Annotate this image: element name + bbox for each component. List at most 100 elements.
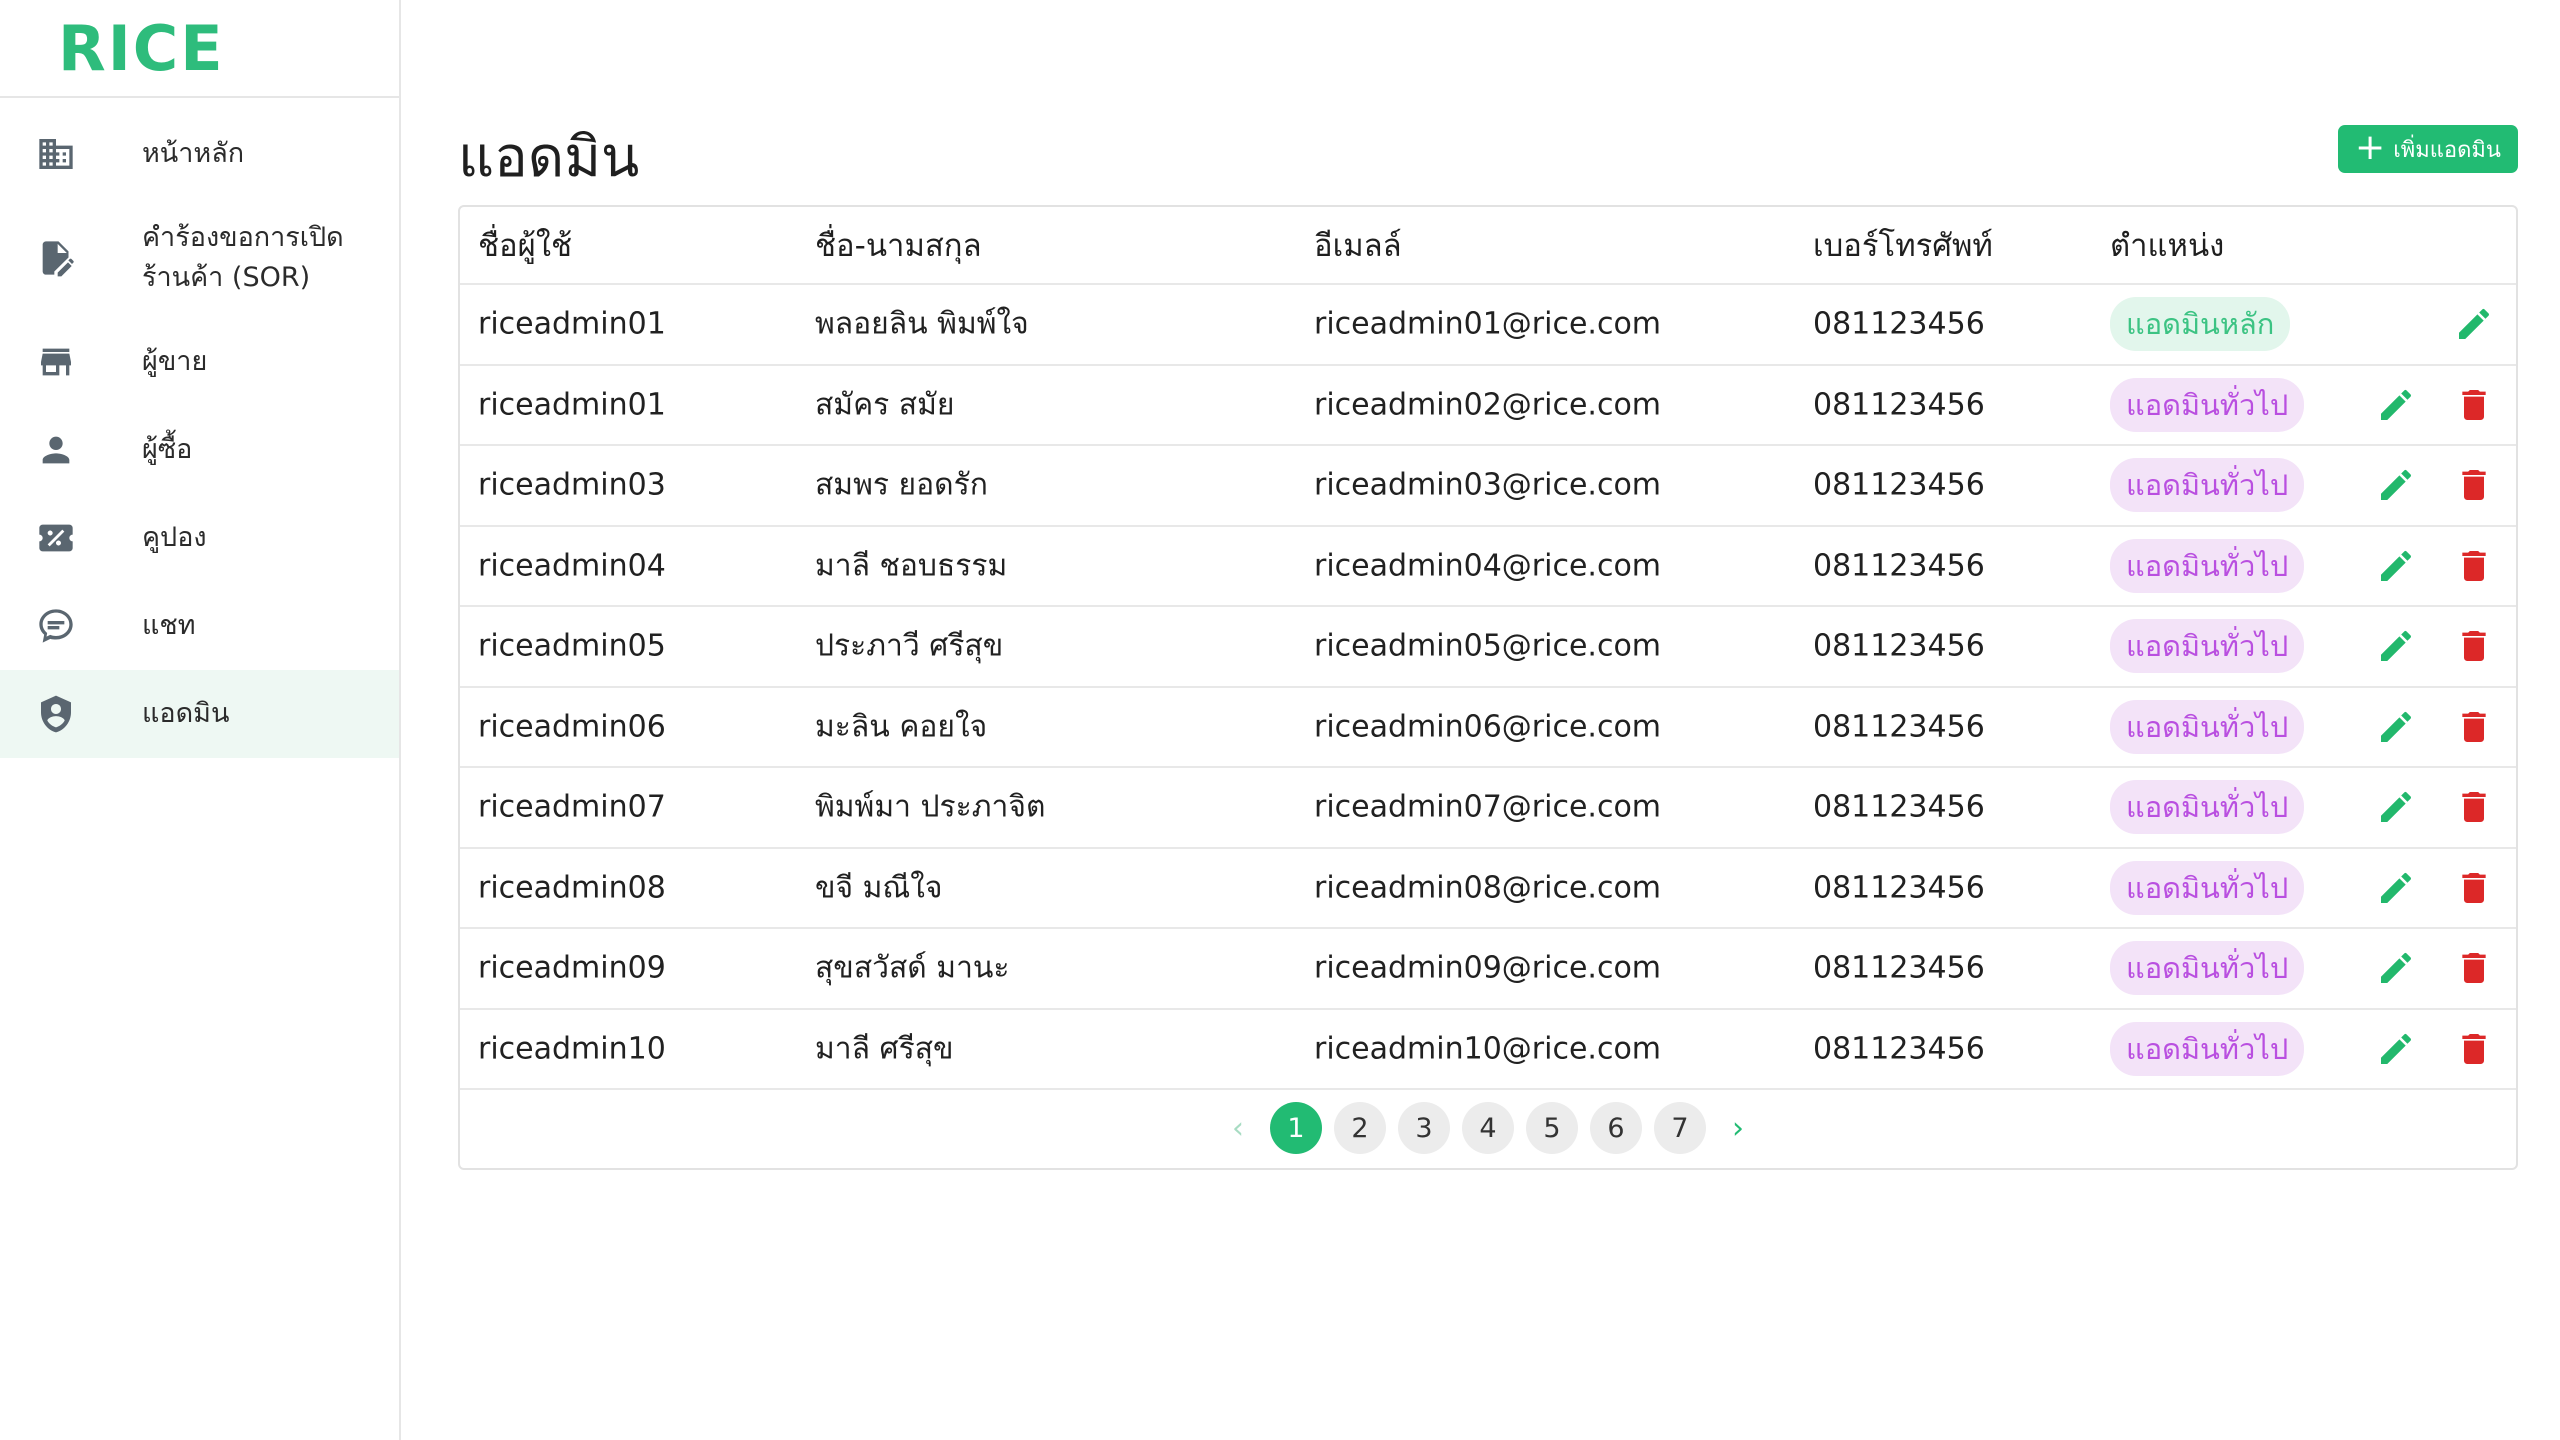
cell-email: riceadmin04@rice.com	[1314, 548, 1662, 584]
delete-icon[interactable]	[2454, 626, 2494, 666]
cell-fullname: มาลี ศรีสุข	[815, 1031, 954, 1067]
column-header-role: ตำแหน่ง	[2110, 228, 2225, 264]
delete-icon[interactable]	[2454, 385, 2494, 425]
cell-role: แอดมินทั่วไป	[2110, 780, 2305, 835]
page-button-2[interactable]: 2	[1334, 1102, 1386, 1154]
page-button-4[interactable]: 4	[1462, 1102, 1514, 1154]
cell-role: แอดมินทั่วไป	[2110, 941, 2305, 996]
sidebar-item-admin[interactable]: แอดมิน	[0, 670, 399, 758]
sidebar-item-label: ผู้ซื้อ	[142, 434, 193, 465]
delete-icon[interactable]	[2454, 948, 2494, 988]
cell-fullname: ประภาวี ศรีสุข	[815, 628, 1004, 664]
cell-email: riceadmin02@rice.com	[1314, 387, 1662, 423]
edit-icon[interactable]	[2376, 465, 2416, 505]
table-row: riceadmin01 พลอยลิน พิมพ์ใจ riceadmin01@ri…	[460, 285, 2516, 366]
cell-phone: 081123456	[1813, 789, 1985, 825]
cell-fullname: สมัคร สมัย	[815, 387, 955, 423]
edit-icon[interactable]	[2376, 707, 2416, 747]
role-badge: แอดมินทั่วไป	[2110, 538, 2305, 593]
sidebar-nav: หน้าหลัก คำร้องขอการเปิดร้านค้า (SOR) ผู…	[0, 98, 399, 758]
sidebar-item-label: หน้าหลัก	[142, 138, 245, 169]
column-header-email: อีเมลล์	[1314, 228, 1402, 264]
delete-icon[interactable]	[2454, 787, 2494, 827]
edit-icon[interactable]	[2376, 385, 2416, 425]
logo[interactable]: RICE	[0, 0, 399, 98]
role-badge: แอดมินทั่วไป	[2110, 860, 2305, 915]
page-button-5[interactable]: 5	[1526, 1102, 1578, 1154]
cell-username: riceadmin06	[478, 709, 666, 745]
cell-username: riceadmin03	[478, 467, 666, 503]
delete-icon[interactable]	[2454, 868, 2494, 908]
edit-icon[interactable]	[2376, 1029, 2416, 1069]
logo-text: RICE	[58, 11, 225, 85]
sidebar-item-label: คำร้องขอการเปิดร้านค้า (SOR)	[142, 222, 344, 293]
cell-phone: 081123456	[1813, 628, 1985, 664]
edit-icon[interactable]	[2454, 304, 2494, 344]
column-header-fullname: ชื่อ-นามสกุล	[815, 228, 982, 264]
cell-email: riceadmin06@rice.com	[1314, 709, 1662, 745]
edit-icon[interactable]	[2376, 546, 2416, 586]
cell-username: riceadmin05	[478, 628, 666, 664]
table-row: riceadmin04 มาลี ชอบธรรม riceadmin04@rice.…	[460, 527, 2516, 607]
cell-phone: 081123456	[1813, 467, 1985, 503]
sidebar-item-chat[interactable]: แชท	[0, 582, 399, 670]
cell-email: riceadmin05@rice.com	[1314, 628, 1662, 664]
edit-document-icon	[36, 238, 76, 278]
sidebar-item-label: คูปอง	[142, 522, 207, 553]
cell-email: riceadmin07@rice.com	[1314, 789, 1662, 825]
cell-phone: 081123456	[1813, 1031, 1985, 1067]
cell-phone: 081123456	[1813, 950, 1985, 986]
role-badge: แอดมินทั่วไป	[2110, 941, 2305, 996]
role-badge: แอดมินทั่วไป	[2110, 458, 2305, 513]
role-badge: แอดมินทั่วไป	[2110, 780, 2305, 835]
page-button-1[interactable]: 1	[1270, 1102, 1322, 1154]
cell-username: riceadmin10	[478, 1031, 666, 1067]
sidebar-item-label: แอดมิน	[142, 698, 230, 729]
sidebar-item-coupons[interactable]: คูปอง	[0, 494, 399, 582]
coupon-icon	[36, 518, 76, 558]
add-admin-button[interactable]: + เพิ่มแอดมิน	[2338, 125, 2518, 173]
cell-email: riceadmin03@rice.com	[1314, 467, 1662, 503]
cell-role: แอดมินทั่วไป	[2110, 458, 2305, 513]
cell-phone: 081123456	[1813, 548, 1985, 584]
chat-icon	[36, 606, 76, 646]
sidebar-item-sellers[interactable]: ผู้ขาย	[0, 318, 399, 406]
cell-phone: 081123456	[1813, 387, 1985, 423]
table-row: riceadmin01 สมัคร สมัย riceadmin02@rice.co…	[460, 366, 2516, 446]
cell-username: riceadmin04	[478, 548, 666, 584]
column-header-phone: เบอร์โทรศัพท์	[1813, 228, 1993, 264]
plus-icon: +	[2355, 126, 2386, 168]
delete-icon[interactable]	[2454, 546, 2494, 586]
sidebar-item-home[interactable]: หน้าหลัก	[0, 110, 399, 198]
cell-username: riceadmin01	[478, 306, 666, 342]
cell-username: riceadmin09	[478, 950, 666, 986]
cell-fullname: ขจี มณีใจ	[815, 870, 943, 906]
cell-email: riceadmin10@rice.com	[1314, 1031, 1662, 1067]
sidebar-item-sor[interactable]: คำร้องขอการเปิดร้านค้า (SOR)	[0, 198, 399, 318]
person-icon	[36, 430, 76, 470]
cell-fullname: สุขสวัสด์ มานะ	[815, 950, 1010, 986]
shield-user-icon	[36, 694, 76, 734]
page-button-6[interactable]: 6	[1590, 1102, 1642, 1154]
cell-fullname: พลอยลิน พิมพ์ใจ	[815, 306, 1029, 342]
cell-role: แอดมินทั่วไป	[2110, 377, 2305, 432]
edit-icon[interactable]	[2376, 868, 2416, 908]
cell-username: riceadmin07	[478, 789, 666, 825]
delete-icon[interactable]	[2454, 707, 2494, 747]
cell-phone: 081123456	[1813, 709, 1985, 745]
chevron-left-icon[interactable]: ‹	[1218, 1102, 1258, 1154]
role-badge: แอดมินทั่วไป	[2110, 699, 2305, 754]
delete-icon[interactable]	[2454, 465, 2494, 505]
cell-email: riceadmin08@rice.com	[1314, 870, 1662, 906]
sidebar-item-buyers[interactable]: ผู้ซื้อ	[0, 406, 399, 494]
page-button-3[interactable]: 3	[1398, 1102, 1450, 1154]
edit-icon[interactable]	[2376, 787, 2416, 827]
cell-role: แอดมินทั่วไป	[2110, 1021, 2305, 1076]
delete-icon[interactable]	[2454, 1029, 2494, 1069]
table-row: riceadmin08 ขจี มณีใจ riceadmin08@rice.com…	[460, 849, 2516, 929]
cell-role: แอดมินทั่วไป	[2110, 860, 2305, 915]
edit-icon[interactable]	[2376, 626, 2416, 666]
chevron-right-icon[interactable]: ›	[1718, 1102, 1758, 1154]
page-button-7[interactable]: 7	[1654, 1102, 1706, 1154]
edit-icon[interactable]	[2376, 948, 2416, 988]
